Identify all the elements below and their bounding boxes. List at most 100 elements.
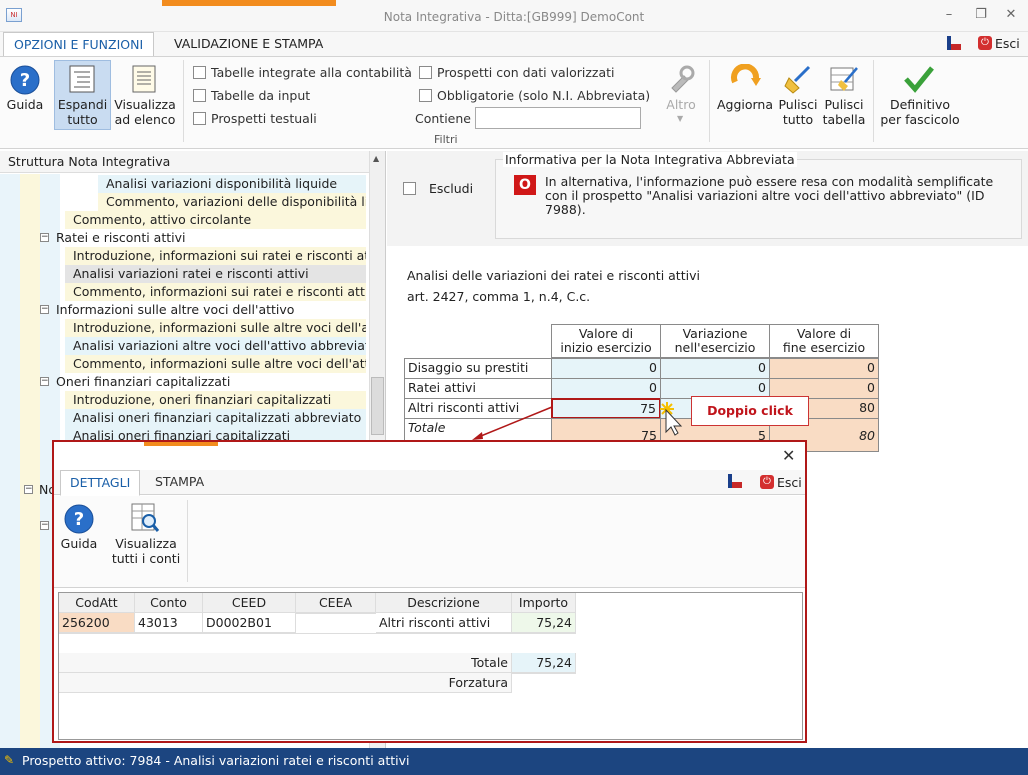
tree-item[interactable]: Analisi variazioni disponibilità liquide [98, 175, 366, 193]
cell-inizio-highlighted[interactable]: 75 [551, 398, 661, 419]
tree-item[interactable]: Analisi variazioni altre voci dell'attiv… [65, 337, 366, 355]
collapse-icon[interactable]: − [24, 485, 33, 494]
power-icon: ⏻ [760, 475, 774, 489]
doppio-click-callout: Doppio click [691, 396, 809, 426]
info-text-2: con il prospetto "Analisi variazioni alt… [545, 188, 985, 203]
help-icon[interactable]: ? [10, 65, 40, 95]
tree-item[interactable]: Commento, variazioni delle disponibilità… [98, 193, 366, 211]
ribbon-separator [709, 60, 710, 142]
popup-exit-button[interactable]: Esci [777, 475, 802, 490]
tree-item[interactable]: Commento, attivo circolante [65, 211, 366, 229]
cell-variazione[interactable]: 0 [660, 358, 770, 379]
grid-cell-codatt[interactable]: 256200 [59, 613, 135, 633]
filter-checkbox-testuali[interactable]: Prospetti testuali [193, 111, 317, 126]
collapse-icon[interactable]: − [40, 377, 49, 386]
status-icon: ✎ [4, 753, 15, 767]
clean-table-icon[interactable] [829, 64, 859, 94]
tree-item[interactable]: Introduzione, informazioni sulle altre v… [65, 319, 366, 337]
magnify-table-icon[interactable] [130, 502, 160, 534]
definitivo-label-1[interactable]: Definitivo [876, 97, 964, 112]
tree-item[interactable]: Ratei e risconti attivi [53, 229, 366, 247]
definitivo-label-2[interactable]: per fascicolo [876, 112, 964, 127]
checkbox-icon[interactable] [419, 66, 432, 79]
filter-checkbox-input[interactable]: Tabelle da input [193, 88, 310, 103]
grid-empty-cell[interactable] [512, 633, 576, 634]
pulisci-tabella-label-2[interactable]: tabella [820, 112, 868, 127]
grid-cell-importo[interactable]: 75,24 [512, 613, 576, 633]
guida-button[interactable]: Guida [0, 97, 50, 112]
checkbox-icon[interactable] [419, 89, 432, 102]
list-view-icon[interactable] [130, 64, 158, 94]
filter-checkbox-obbligatorie[interactable]: Obbligatorie (solo N.I. Abbreviata) [419, 88, 650, 103]
grid-empty-cell[interactable] [376, 633, 512, 634]
ribbon-separator [187, 500, 188, 582]
status-text: Prospetto attivo: 7984 - Analisi variazi… [22, 753, 410, 768]
grid-empty-cell[interactable] [135, 633, 203, 634]
help-icon[interactable]: ? [64, 504, 94, 534]
flag-icon[interactable] [727, 473, 743, 489]
tab-row [0, 32, 1028, 56]
checkbox-icon[interactable] [193, 89, 206, 102]
collapse-icon[interactable]: − [40, 305, 49, 314]
popup-tab-stampa[interactable]: STAMPA [155, 470, 204, 495]
aggiorna-button[interactable]: Aggiorna [714, 97, 776, 112]
grid-empty-cell[interactable] [203, 633, 296, 634]
grid-cell-ceea[interactable] [296, 613, 376, 614]
popup-guida-button[interactable]: Guida [54, 536, 104, 551]
pulisci-tutto-label-1[interactable]: Pulisci [776, 97, 820, 112]
tree-item[interactable]: Introduzione, informazioni sui ratei e r… [65, 247, 366, 265]
collapse-icon[interactable]: − [40, 521, 49, 530]
exit-button[interactable]: Esci [995, 36, 1020, 51]
info-title: Informativa per la Nota Integrativa Abbr… [503, 152, 797, 167]
close-icon[interactable]: ✕ [1002, 6, 1020, 24]
grid-cell-descrizione[interactable]: Altri risconti attivi [376, 613, 512, 633]
visualizza-label-2[interactable]: ad elenco [112, 112, 178, 127]
visualizza-label-1[interactable]: Visualizza [112, 97, 178, 112]
tab-opzioni-funzioni[interactable]: OPZIONI E FUNZIONI [3, 32, 155, 56]
refresh-icon[interactable] [730, 63, 762, 94]
popup-visualizza-label-2[interactable]: tutti i conti [106, 551, 186, 566]
scrollbar-thumb[interactable] [371, 377, 384, 435]
grid-cell-conto[interactable]: 43013 [135, 613, 203, 633]
checkbox-icon[interactable] [403, 182, 416, 195]
grid-cell-ceed[interactable]: D0002B01 [203, 613, 296, 633]
info-text-3: 7988). [545, 202, 586, 217]
forzatura-input[interactable] [512, 673, 576, 674]
tree-item[interactable]: Introduzione, oneri finanziari capitaliz… [65, 391, 366, 409]
checkbox-icon[interactable] [193, 66, 206, 79]
minimize-icon[interactable]: – [940, 6, 958, 24]
contiene-input[interactable] [475, 107, 641, 129]
grid-empty-cell[interactable] [296, 633, 376, 634]
popup-grid: CodAtt Conto CEED CEEA Descrizione Impor… [58, 592, 803, 740]
forzatura-label: Forzatura [59, 673, 512, 693]
cell-inizio[interactable]: 0 [551, 358, 661, 379]
checkmark-icon[interactable] [903, 64, 935, 94]
tree-item[interactable]: Commento, informazioni sui ratei e risco… [65, 283, 366, 301]
filter-checkbox-integrate[interactable]: Tabelle integrate alla contabilità [193, 65, 412, 80]
grid-empty-cell[interactable] [59, 633, 135, 634]
checkbox-icon[interactable] [193, 112, 206, 125]
tree-item[interactable]: Informazioni sulle altre voci dell'attiv… [53, 301, 366, 319]
popup-visualizza-label-1[interactable]: Visualizza [106, 536, 186, 551]
tab-validazione-stampa[interactable]: VALIDAZIONE E STAMPA [164, 32, 333, 56]
tree-item[interactable]: Commento, informazioni sulle altre voci … [65, 355, 366, 373]
tree-item[interactable]: Analisi oneri finanziari capitalizzati a… [65, 409, 366, 427]
restore-icon[interactable]: ❐ [972, 6, 990, 24]
popup-close-icon[interactable]: ✕ [782, 446, 795, 465]
cell-fine: 0 [769, 358, 879, 379]
popup-tab-strip [144, 442, 218, 446]
popup-tab-dettagli[interactable]: DETTAGLI [60, 470, 141, 496]
svg-text:?: ? [74, 509, 84, 530]
tree-item[interactable]: Oneri finanziari capitalizzati [53, 373, 366, 391]
cell-inizio[interactable]: 0 [551, 378, 661, 399]
collapse-icon[interactable]: − [40, 233, 49, 242]
col-header-variazione: Variazione nell'esercizio [660, 324, 770, 358]
escludi-checkbox[interactable] [403, 181, 421, 196]
flag-icon[interactable] [946, 35, 962, 51]
tree-item-selected[interactable]: Analisi variazioni ratei e risconti atti… [65, 265, 366, 283]
pulisci-tabella-label-1[interactable]: Pulisci [820, 97, 868, 112]
pulisci-tutto-label-2[interactable]: tutto [776, 112, 820, 127]
filter-checkbox-valorizzati[interactable]: Prospetti con dati valorizzati [419, 65, 615, 80]
scroll-up-icon[interactable]: ▲ [373, 154, 379, 163]
broom-icon[interactable] [783, 64, 813, 94]
